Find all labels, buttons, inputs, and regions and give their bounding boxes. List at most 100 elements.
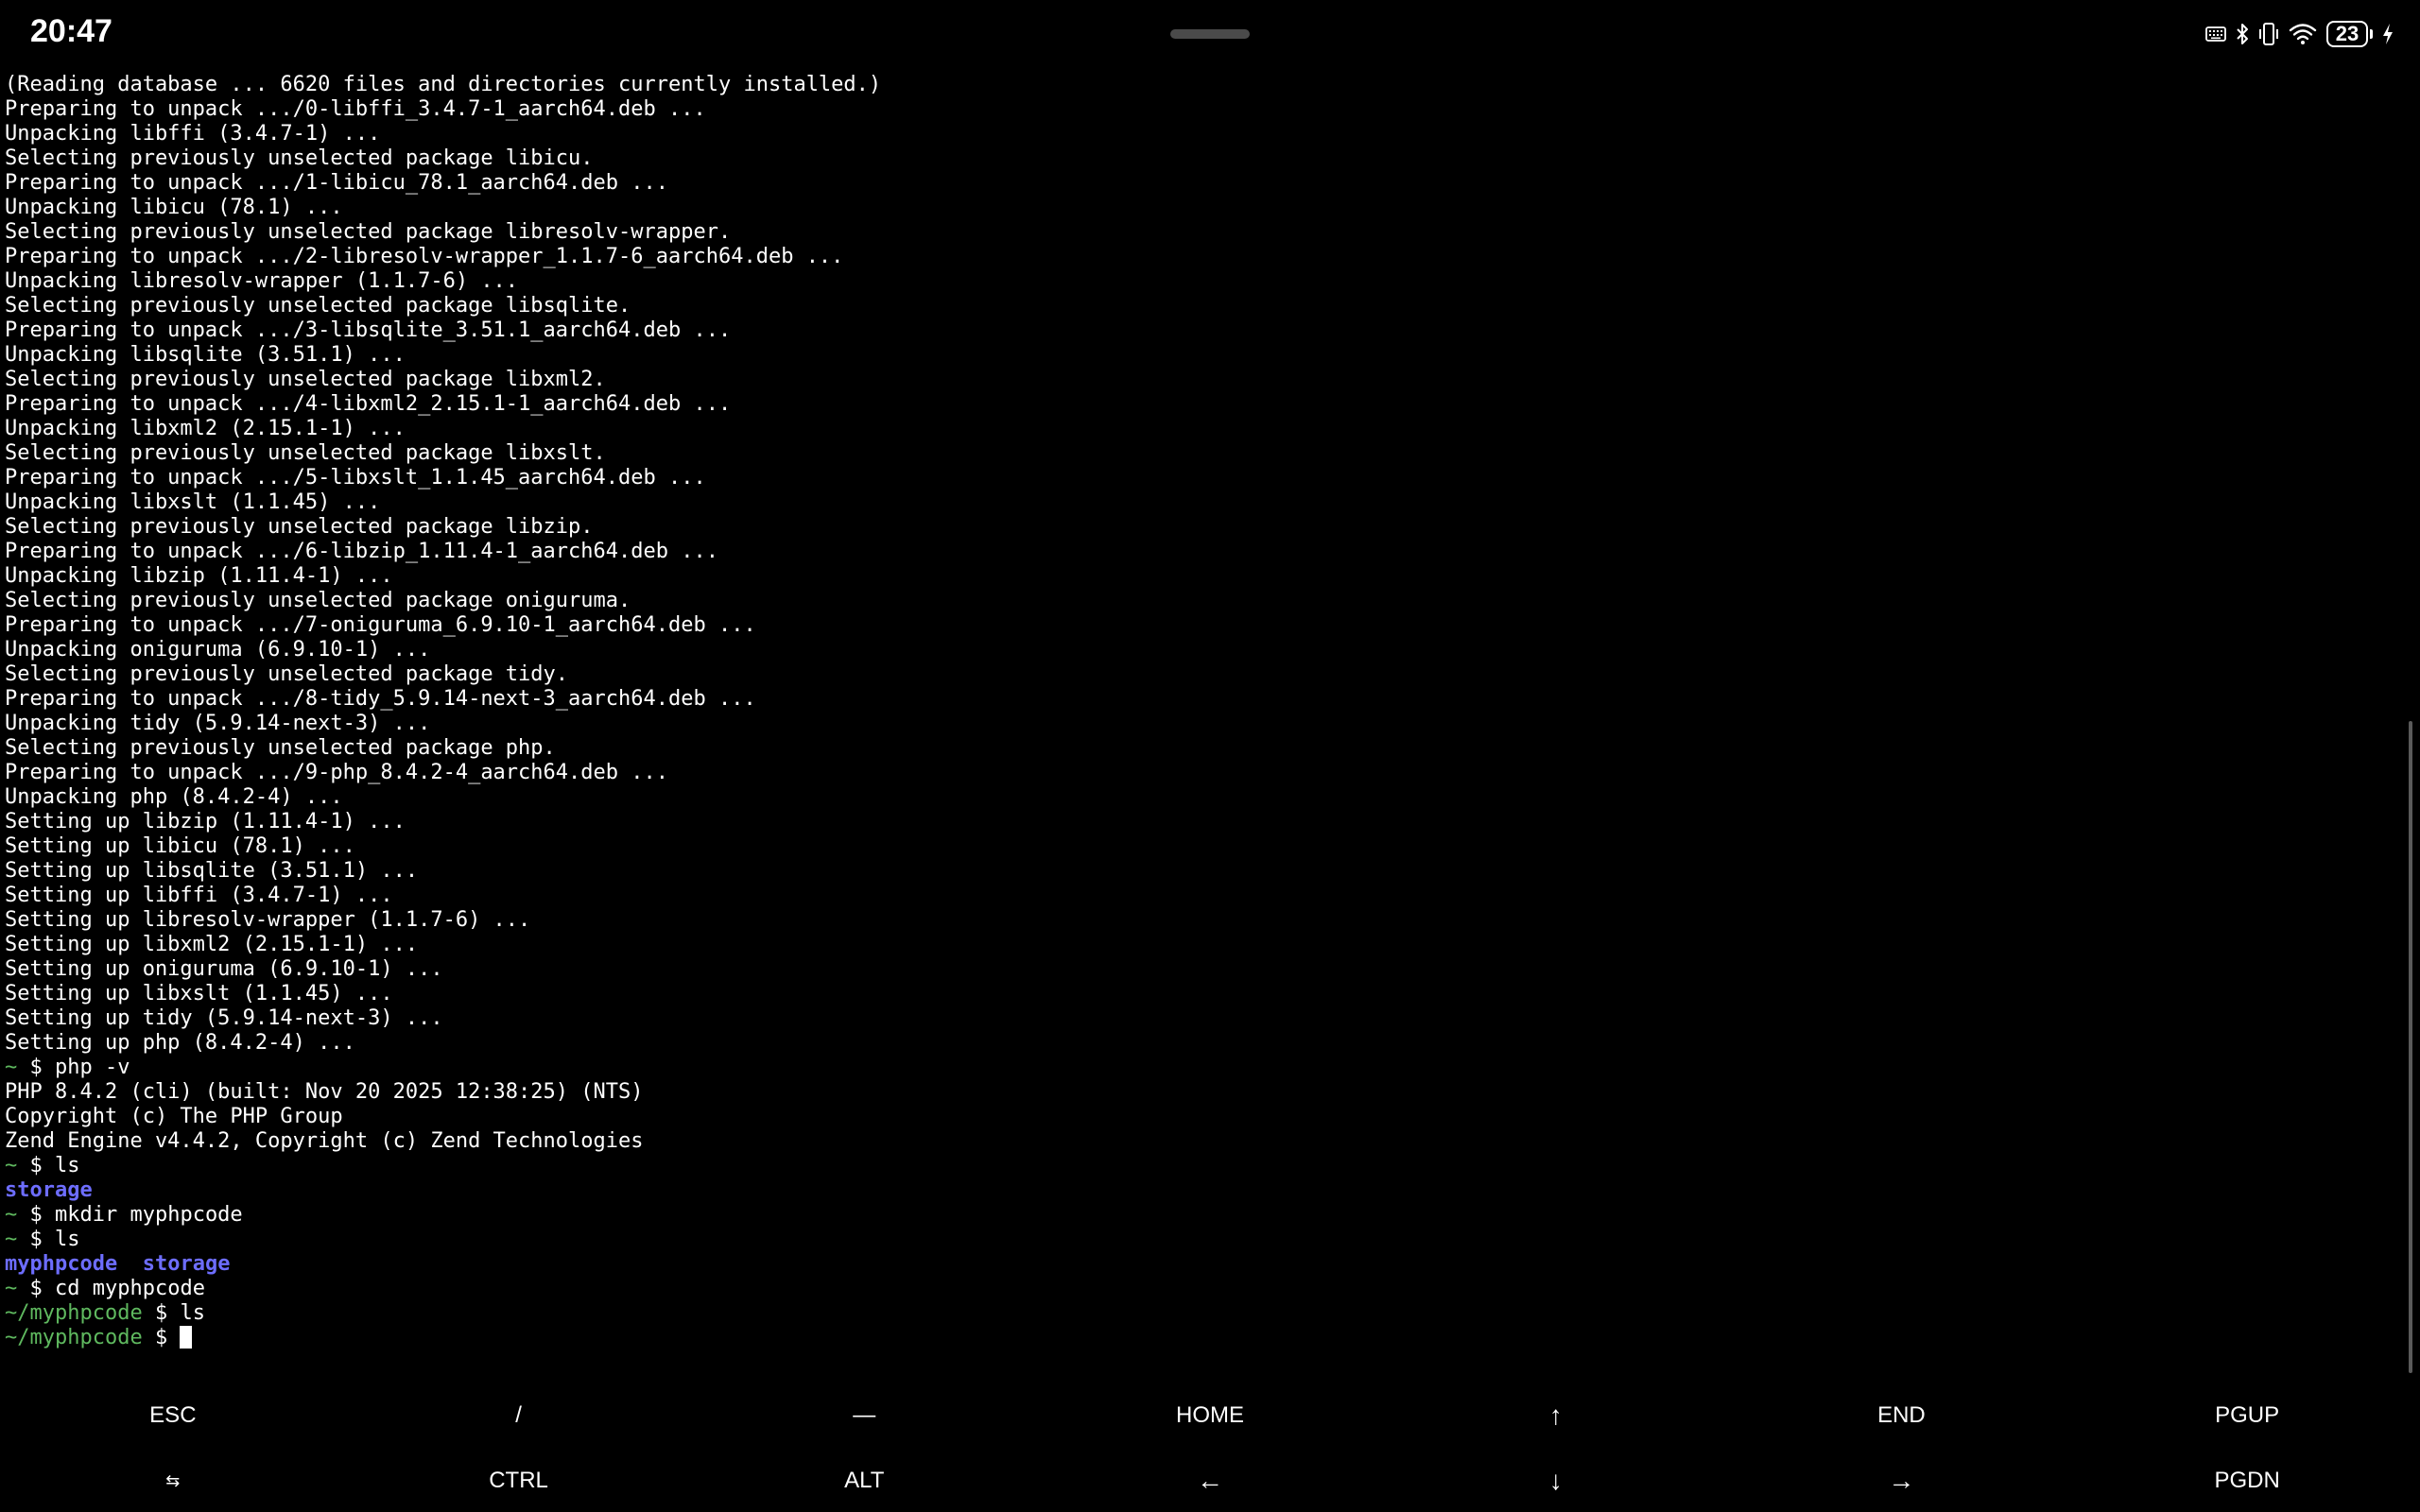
prompt-command: ls (55, 1228, 80, 1251)
prompt-symbol: $ (17, 1228, 55, 1251)
terminal-line: Selecting previously unselected package … (5, 662, 569, 686)
prompt-path: ~ (5, 1228, 18, 1251)
terminal-line: (Reading database ... 6620 files and dir… (5, 73, 882, 96)
directory-entry: storage (5, 1178, 93, 1202)
left-arrow-key[interactable]: ← (1037, 1450, 1383, 1512)
terminal-prompt-line: ~/myphpcode $ ls (5, 1301, 2396, 1326)
prompt-command: ls (55, 1154, 80, 1177)
prompt-path: ~ (5, 1203, 18, 1227)
status-icons: 23 (2205, 17, 2394, 51)
esc-key[interactable]: ESC (0, 1382, 346, 1450)
pgdn-key[interactable]: PGDN (2074, 1450, 2420, 1512)
terminal-output[interactable]: (Reading database ... 6620 files and dir… (5, 73, 2396, 1349)
down-arrow-key[interactable]: ↓ (1383, 1450, 1729, 1512)
prompt-command: mkdir myphpcode (55, 1203, 243, 1227)
terminal-line: Unpacking php (8.4.2-4) ... (5, 785, 343, 809)
terminal-line: Selecting previously unselected package … (5, 368, 606, 391)
prompt-path: ~ (5, 1277, 18, 1300)
prompt-command: php -v (55, 1056, 130, 1079)
prompt-symbol: $ (17, 1154, 55, 1177)
battery-icon: 23 (2326, 21, 2373, 47)
terminal-line: Selecting previously unselected package … (5, 515, 594, 539)
terminal-line: Setting up libsqlite (3.51.1) ... (5, 859, 419, 883)
terminal-cursor[interactable] (180, 1326, 193, 1349)
battery-tip (2370, 29, 2373, 39)
charging-icon (2382, 23, 2394, 45)
terminal-line: Setting up libxslt (1.1.45) ... (5, 982, 393, 1005)
extra-keys-bar: ESC / — HOME ↑ END PGUP ⇆ CTRL ALT ← ↓ → PGDN (0, 1382, 2420, 1512)
terminal-line: Zend Engine v4.4.2, Copyright (c) Zend T… (5, 1129, 644, 1153)
prompt-path: ~/myphpcode (5, 1326, 143, 1349)
terminal-line: Unpacking libxslt (1.1.45) ... (5, 490, 381, 514)
terminal-line: Unpacking libxml2 (2.15.1-1) ... (5, 417, 406, 440)
prompt-path: ~ (5, 1056, 18, 1079)
keyboard-icon (2205, 26, 2226, 42)
dash-key[interactable]: — (691, 1382, 1037, 1450)
terminal-line: Setting up libxml2 (2.15.1-1) ... (5, 933, 419, 956)
terminal-line: Selecting previously unselected package … (5, 589, 631, 612)
terminal-line: Selecting previously unselected package … (5, 220, 732, 244)
terminal-ls-output: storage (5, 1178, 2396, 1203)
prompt-path: ~ (5, 1154, 18, 1177)
terminal-line: Unpacking libsqlite (3.51.1) ... (5, 343, 406, 367)
terminal-line: Preparing to unpack .../3-libsqlite_3.51… (5, 318, 732, 342)
terminal-line: Setting up tidy (5.9.14-next-3) ... (5, 1006, 443, 1030)
prompt-command: cd myphpcode (55, 1277, 205, 1300)
terminal-prompt-line: ~ $ mkdir myphpcode (5, 1203, 2396, 1228)
directory-entry: storage (142, 1252, 231, 1276)
terminal-prompt-active: ~/myphpcode $ (5, 1326, 2396, 1349)
terminal-line: Preparing to unpack .../7-oniguruma_6.9.… (5, 613, 756, 637)
terminal-line: Setting up oniguruma (6.9.10-1) ... (5, 957, 443, 981)
terminal-line: Setting up php (8.4.2-4) ... (5, 1031, 355, 1055)
right-arrow-key[interactable]: → (1729, 1450, 2075, 1512)
prompt-symbol: $ (142, 1301, 181, 1325)
terminal-line: Preparing to unpack .../0-libffi_3.4.7-1… (5, 97, 706, 121)
terminal-line: Unpacking libicu (78.1) ... (5, 196, 343, 219)
terminal-prompt-line: ~ $ cd myphpcode (5, 1277, 2396, 1301)
terminal-line: Preparing to unpack .../5-libxslt_1.1.45… (5, 466, 706, 490)
ctrl-key[interactable]: CTRL (346, 1450, 692, 1512)
terminal-line: PHP 8.4.2 (cli) (built: Nov 20 2025 12:3… (5, 1080, 644, 1104)
prompt-path: ~/myphpcode (5, 1301, 143, 1325)
terminal-line: Unpacking libzip (1.11.4-1) ... (5, 564, 393, 588)
terminal-line: Preparing to unpack .../8-tidy_5.9.14-ne… (5, 687, 756, 711)
terminal-line: Preparing to unpack .../4-libxml2_2.15.1… (5, 392, 732, 416)
tab-key[interactable]: ⇆ (0, 1450, 346, 1512)
prompt-symbol: $ (17, 1056, 55, 1079)
terminal-line: Unpacking oniguruma (6.9.10-1) ... (5, 638, 431, 662)
prompt-command: ls (180, 1301, 205, 1325)
vibrate-icon (2258, 22, 2279, 46)
terminal-line: Preparing to unpack .../9-php_8.4.2-4_aa… (5, 761, 668, 784)
terminal-line: Unpacking tidy (5.9.14-next-3) ... (5, 712, 431, 735)
alt-key[interactable]: ALT (691, 1450, 1037, 1512)
terminal-line: Preparing to unpack .../6-libzip_1.11.4-… (5, 540, 718, 563)
terminal-prompt-line: ~ $ ls (5, 1228, 2396, 1252)
status-clock: 20:47 (30, 13, 112, 49)
slash-key[interactable]: / (346, 1382, 692, 1450)
prompt-symbol: $ (17, 1277, 55, 1300)
wifi-icon (2289, 23, 2317, 45)
prompt-symbol: $ (17, 1203, 55, 1227)
terminal-prompt-line: ~ $ php -v (5, 1056, 2396, 1080)
prompt-symbol: $ (142, 1326, 181, 1349)
home-key[interactable]: HOME (1037, 1382, 1383, 1450)
terminal-line: Setting up libffi (3.4.7-1) ... (5, 884, 393, 907)
terminal-line: Setting up libresolv-wrapper (1.1.7-6) .… (5, 908, 531, 932)
directory-entry: myphpcode (5, 1252, 118, 1276)
terminal-scrollbar[interactable] (2409, 721, 2412, 1373)
up-arrow-key[interactable]: ↑ (1383, 1382, 1729, 1450)
terminal-line: Selecting previously unselected package … (5, 294, 631, 318)
terminal-line: Selecting previously unselected package … (5, 146, 594, 170)
terminal-line: Setting up libzip (1.11.4-1) ... (5, 810, 406, 833)
terminal-prompt-line: ~ $ ls (5, 1154, 2396, 1178)
battery-level: 23 (2326, 21, 2368, 47)
terminal-line: Unpacking libresolv-wrapper (1.1.7-6) ..… (5, 269, 519, 293)
pgup-key[interactable]: PGUP (2074, 1382, 2420, 1450)
drag-handle[interactable] (1170, 29, 1250, 39)
terminal-line: Preparing to unpack .../1-libicu_78.1_aa… (5, 171, 668, 195)
end-key[interactable]: END (1729, 1382, 2075, 1450)
terminal-ls-output: myphpcode storage (5, 1252, 2396, 1277)
terminal-line: Unpacking libffi (3.4.7-1) ... (5, 122, 381, 146)
bluetooth-icon (2236, 23, 2249, 45)
terminal-line: Preparing to unpack .../2-libresolv-wrap… (5, 245, 844, 268)
